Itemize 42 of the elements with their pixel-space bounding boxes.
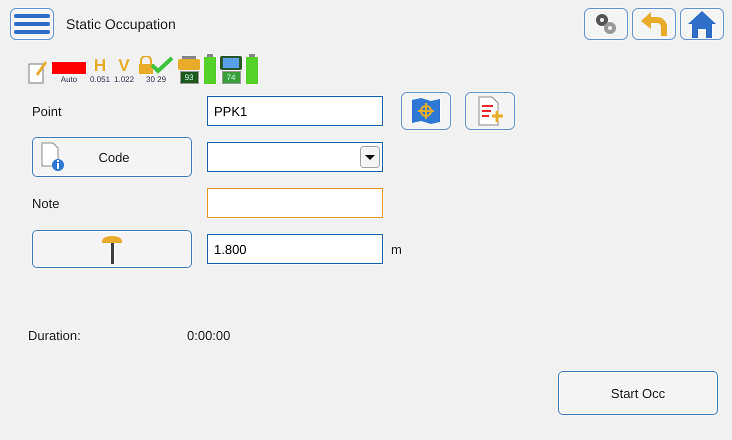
antenna-height-button[interactable] bbox=[32, 230, 192, 268]
start-occupation-button[interactable]: Start Occ bbox=[558, 371, 718, 415]
monitor-icon bbox=[220, 56, 242, 70]
menu-icon bbox=[14, 12, 50, 36]
document-info-icon bbox=[41, 142, 65, 172]
document-list-icon bbox=[476, 96, 504, 126]
solution-mode: Auto bbox=[60, 75, 78, 84]
note-field[interactable] bbox=[207, 188, 383, 218]
v-precision: 1.022 bbox=[114, 75, 134, 84]
settings-button[interactable] bbox=[584, 8, 628, 40]
lock-check-icon bbox=[138, 56, 174, 74]
status-bar-icon bbox=[52, 62, 86, 74]
back-arrow-icon bbox=[639, 11, 669, 37]
caret-icon bbox=[360, 146, 380, 168]
menu-button[interactable] bbox=[10, 8, 54, 40]
battery-label: 74 bbox=[222, 71, 241, 84]
antenna-icon bbox=[100, 234, 124, 264]
v-letter: V bbox=[118, 57, 130, 74]
duration-label: Duration: bbox=[28, 328, 82, 343]
h-precision: 0.051 bbox=[90, 75, 110, 84]
h-letter: H bbox=[94, 57, 106, 74]
satellite-count: 30 29 bbox=[146, 75, 166, 84]
antenna-height-field[interactable]: 1.800 bbox=[207, 234, 383, 264]
radio-icon bbox=[178, 56, 200, 70]
home-button[interactable] bbox=[680, 8, 724, 40]
code-dropdown[interactable] bbox=[207, 142, 383, 172]
screen-title: Static Occupation bbox=[66, 16, 176, 32]
battery-icon bbox=[246, 54, 258, 84]
map-button[interactable] bbox=[401, 92, 451, 130]
code-button[interactable]: Code bbox=[32, 137, 192, 177]
unit-label: m bbox=[391, 242, 402, 256]
notepad-icon bbox=[28, 58, 48, 84]
note-label: Note bbox=[32, 196, 60, 210]
battery-label: 93 bbox=[180, 71, 199, 84]
duration-value: 0:00:00 bbox=[187, 328, 230, 343]
home-icon bbox=[687, 10, 717, 38]
map-crosshair-icon bbox=[411, 97, 441, 125]
list-button[interactable] bbox=[465, 92, 515, 130]
point-label: Point bbox=[32, 104, 63, 118]
point-field[interactable]: PPK1 bbox=[207, 96, 383, 126]
settings-icon bbox=[593, 12, 619, 36]
battery-icon bbox=[204, 54, 216, 84]
